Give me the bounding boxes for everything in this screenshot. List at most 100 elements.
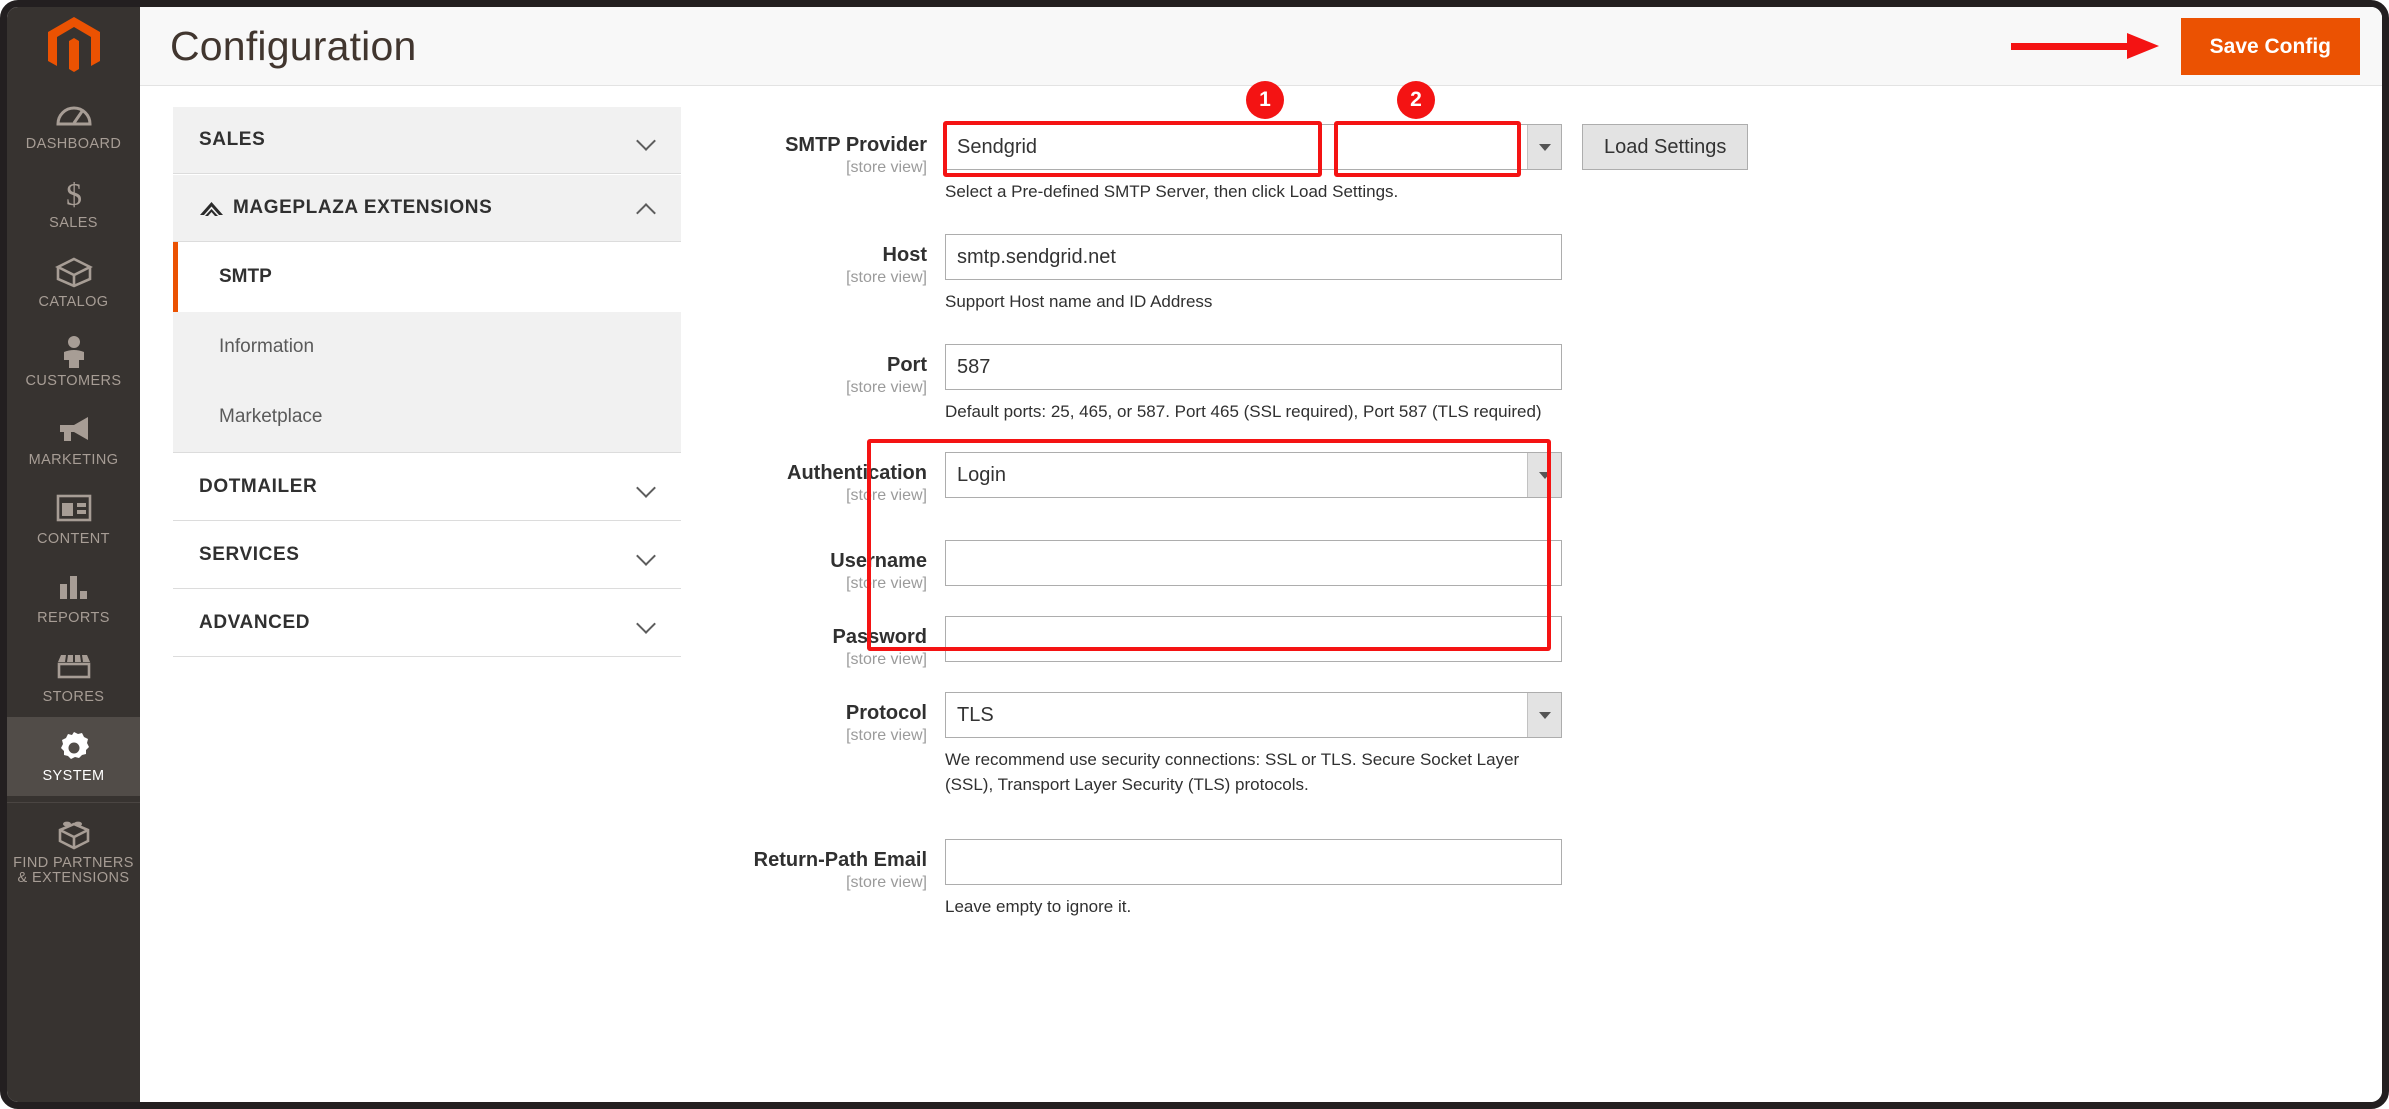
storefront-icon (9, 651, 138, 687)
field-protocol: Protocol [store view] TLS We recommend u… (700, 692, 2100, 797)
protocol-value[interactable]: TLS (945, 692, 1562, 738)
field-label-protocol: Protocol [store view] (700, 692, 945, 746)
header-actions: Save Config (2010, 17, 2382, 75)
smtp-configuration-form: SMTP Provider [store view] Sendgrid Load… (700, 81, 2100, 919)
field-password: Password [store view] (700, 616, 2100, 670)
field-username: Username [store view] (700, 540, 2100, 594)
config-section-dotmailer[interactable]: DOTMAILER (173, 453, 681, 521)
sidebar-item-content[interactable]: CONTENT (7, 480, 140, 559)
chevron-down-icon (637, 131, 655, 149)
password-input[interactable] (945, 616, 1562, 662)
chevron-down-icon[interactable] (1527, 693, 1561, 737)
config-item-marketplace[interactable]: Marketplace (173, 382, 681, 452)
sidebar-item-sales[interactable]: $ SALES (7, 164, 140, 243)
hint-smtp-provider: Select a Pre-defined SMTP Server, then c… (945, 182, 1399, 201)
scope-text: [store view] (846, 575, 927, 592)
config-section-label: ADVANCED (199, 612, 311, 633)
page-title: Configuration (170, 22, 417, 69)
hint-return-path-email: Leave empty to ignore it. (945, 897, 1132, 916)
sidebar-item-system[interactable]: SYSTEM (7, 717, 140, 796)
sidebar-item-reports[interactable]: REPORTS (7, 559, 140, 638)
chevron-up-icon (637, 199, 655, 217)
config-section-menu: SALES MAGEPLAZA EXTENSIONS SMTP Informat… (173, 106, 681, 657)
config-section-label: MAGEPLAZA EXTENSIONS (233, 197, 493, 218)
username-input[interactable] (945, 540, 1562, 586)
field-return-path-email: Return-Path Email [store view] Leave emp… (700, 839, 2100, 919)
annotation-arrow-save-config (2010, 33, 2159, 59)
field-control-password (945, 616, 2100, 662)
gear-icon (9, 730, 138, 766)
field-label-host: Host [store view] (700, 234, 945, 288)
scope-text: [store view] (846, 874, 927, 891)
field-control-authentication: Login (945, 452, 2100, 498)
protocol-select[interactable]: TLS (945, 692, 1562, 738)
scope-text: [store view] (846, 487, 927, 504)
port-input[interactable] (945, 344, 1562, 390)
authentication-value[interactable]: Login (945, 452, 1562, 498)
magento-logo[interactable] (7, 7, 140, 85)
config-section-services[interactable]: SERVICES (173, 521, 681, 589)
save-config-button[interactable]: Save Config (2180, 17, 2360, 75)
config-item-label: Information (219, 336, 315, 357)
chevron-down-icon (637, 614, 655, 632)
field-label-port: Port [store view] (700, 344, 945, 398)
page-header: Configuration Save Config (140, 7, 2382, 86)
config-section-label: DOTMAILER (199, 476, 318, 497)
dashboard-gauge-icon (9, 98, 138, 134)
scope-text: [store view] (846, 379, 927, 396)
chevron-down-icon[interactable] (1527, 453, 1561, 497)
sidebar-item-label: STORES (42, 689, 105, 705)
sidebar-item-customers[interactable]: CUSTOMERS (7, 322, 140, 401)
config-item-label: SMTP (219, 266, 272, 287)
config-item-label: Marketplace (219, 406, 323, 427)
sidebar-item-label: CUSTOMERS (25, 373, 122, 389)
field-label-smtp-provider: SMTP Provider [store view] (700, 124, 945, 178)
field-label-return-path-email: Return-Path Email [store view] (700, 839, 945, 893)
hint-protocol: We recommend use security connections: S… (945, 750, 1520, 794)
label-text: Protocol (845, 702, 927, 724)
sidebar-item-marketing[interactable]: MARKETING (7, 401, 140, 480)
sidebar-item-label: SYSTEM (42, 768, 105, 784)
svg-text:$: $ (66, 177, 82, 211)
person-icon (9, 335, 138, 371)
sidebar-item-stores[interactable]: STORES (7, 638, 140, 717)
load-settings-button[interactable]: Load Settings (1582, 124, 1749, 170)
sidebar-item-label: DASHBOARD (25, 136, 122, 152)
chevron-down-icon[interactable] (1527, 125, 1561, 169)
config-item-information[interactable]: Information (173, 312, 681, 382)
bar-chart-icon (9, 572, 138, 608)
smtp-provider-value[interactable]: Sendgrid (945, 124, 1562, 170)
main-content-area: Configuration Save Config SALES MAGEPLAZ… (140, 7, 2382, 1102)
chevron-down-icon (637, 546, 655, 564)
magento-logo-icon (47, 17, 100, 72)
annotation-badge-1: 1 (1246, 81, 1284, 119)
field-control-host: Support Host name and ID Address (945, 234, 2100, 314)
config-section-advanced[interactable]: ADVANCED (173, 589, 681, 657)
sidebar-item-dashboard[interactable]: DASHBOARD (7, 85, 140, 164)
hint-host: Support Host name and ID Address (945, 292, 1213, 311)
host-input[interactable] (945, 234, 1562, 280)
field-label-username: Username [store view] (700, 540, 945, 594)
sidebar-item-catalog[interactable]: CATALOG (7, 243, 140, 322)
config-section-mageplaza-extensions[interactable]: MAGEPLAZA EXTENSIONS (173, 174, 681, 242)
lego-brick-icon (9, 817, 138, 853)
return-path-email-input[interactable] (945, 839, 1562, 885)
label-text: Username (830, 550, 927, 572)
config-item-smtp[interactable]: SMTP (173, 242, 681, 312)
authentication-select[interactable]: Login (945, 452, 1562, 498)
scope-text: [store view] (846, 727, 927, 744)
smtp-provider-select[interactable]: Sendgrid (945, 124, 1562, 170)
screenshot-frame: DASHBOARD $ SALES CATALOG CUSTOMERS MARK… (0, 0, 2389, 1109)
config-section-sales[interactable]: SALES (173, 106, 681, 174)
label-text: SMTP Provider (785, 134, 927, 156)
field-label-password: Password [store view] (700, 616, 945, 670)
sidebar-item-label: SALES (49, 215, 98, 231)
hint-port: Default ports: 25, 465, or 587. Port 465… (945, 402, 1542, 421)
field-port: Port [store view] Default ports: 25, 465… (700, 344, 2100, 424)
field-control-return-path-email: Leave empty to ignore it. (945, 839, 2100, 919)
field-smtp-provider: SMTP Provider [store view] Sendgrid Load… (700, 124, 2100, 204)
sidebar-item-find-partners-extensions[interactable]: FIND PARTNERS & EXTENSIONS (7, 802, 140, 898)
sidebar-item-label: FIND PARTNERS & EXTENSIONS (13, 855, 134, 886)
field-label-authentication: Authentication [store view] (700, 452, 945, 506)
megaphone-icon (9, 414, 138, 450)
